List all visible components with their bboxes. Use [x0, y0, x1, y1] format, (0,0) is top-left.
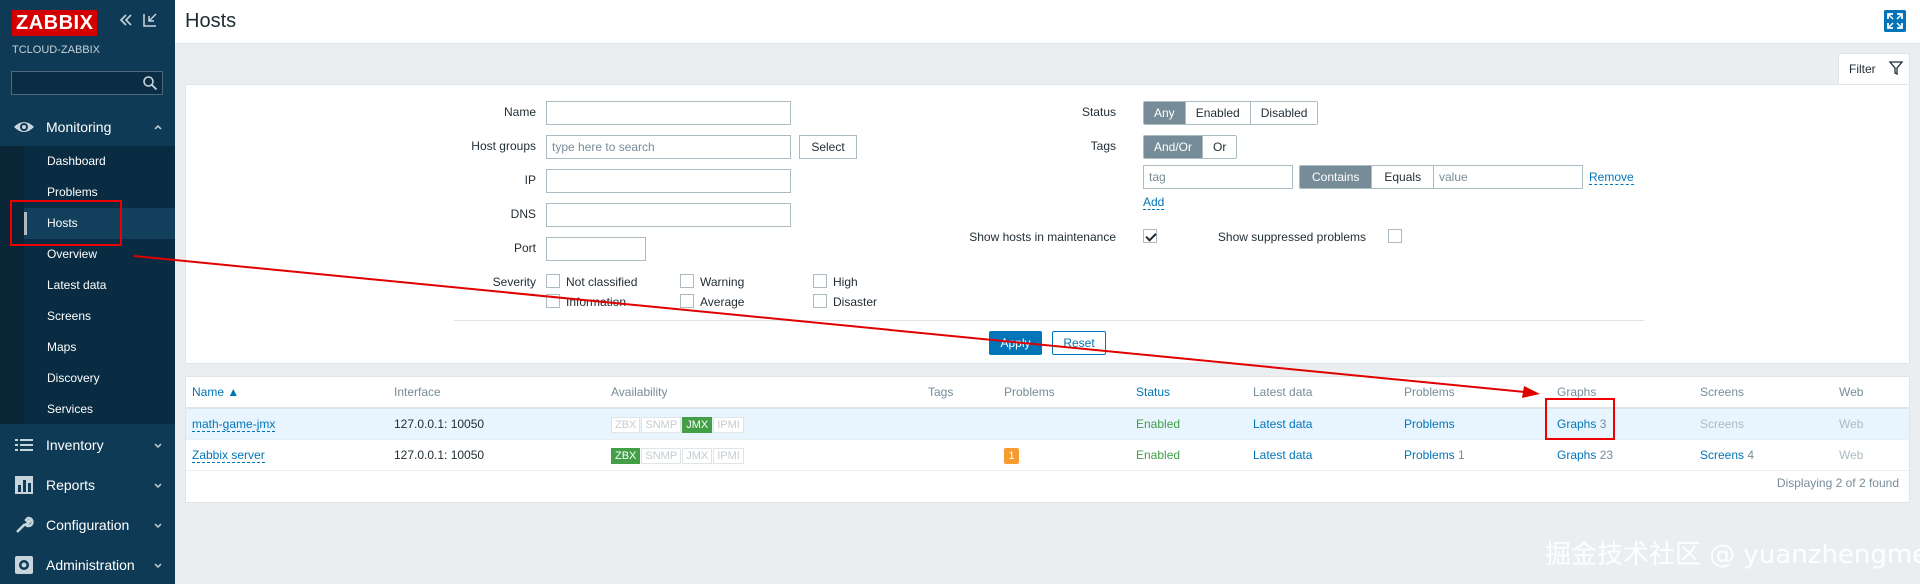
- watermark-text: 掘金技术社区 @ yuanzhengme: [1545, 540, 1920, 570]
- annotation-arrow: [133, 255, 1540, 398]
